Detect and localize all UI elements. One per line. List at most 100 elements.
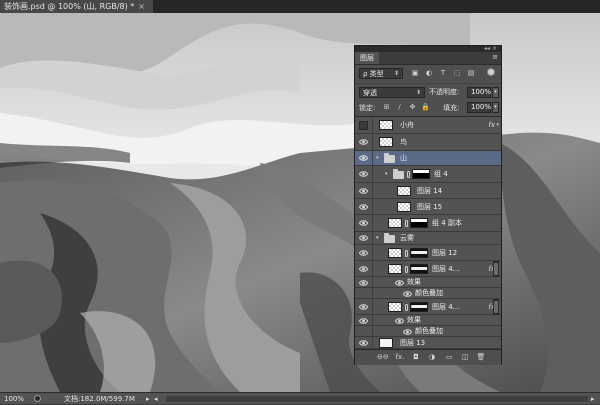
type-filter-icon[interactable]: T — [439, 69, 447, 77]
smart-object-filter-icon[interactable]: ▤ — [467, 69, 475, 77]
filter-toggle-icon[interactable] — [487, 68, 495, 76]
layer-row-layer-13[interactable]: 图层 13 — [355, 337, 501, 349]
layer-row-layer-15[interactable]: 图层 15 — [355, 199, 501, 215]
adjustment-icon[interactable]: ◑ — [427, 352, 437, 362]
layer-row-group-4-copy[interactable]: 组 4 副本 — [355, 215, 501, 232]
scroll-left-icon[interactable]: ◂ — [154, 393, 158, 405]
lock-row: 锁定: ⊞ ∕ ✥ 🔒 填充: 100% ▾ — [355, 101, 501, 114]
horizontal-scrollbar[interactable] — [166, 396, 588, 402]
new-layer-icon[interactable]: ◫ — [460, 352, 470, 362]
layer-thumbnail — [379, 137, 393, 147]
layer-mask-thumbnail[interactable] — [410, 264, 428, 274]
effects-row[interactable]: 效果 — [355, 277, 501, 288]
layer-row-bird[interactable]: 鸟 — [355, 134, 501, 151]
eye-icon[interactable] — [359, 339, 368, 347]
lock-transparent-icon[interactable]: ⊞ — [382, 103, 391, 112]
new-group-icon[interactable]: ▭ — [444, 352, 454, 362]
document-size: 文档:182.0M/599.7M — [64, 395, 135, 403]
eye-icon[interactable] — [359, 317, 368, 325]
eye-icon[interactable] — [359, 249, 368, 257]
layer-thumbnail — [397, 202, 411, 212]
mask-icon[interactable]: ◘ — [411, 352, 421, 362]
blend-row: 穿透 ⬍ 不透明度: 100% ▾ — [355, 83, 501, 101]
layer-row-mist-group[interactable]: ▾ 云雾 — [355, 232, 501, 245]
fx-icon[interactable]: fx. — [395, 352, 405, 362]
lock-image-icon[interactable]: ∕ — [395, 103, 404, 112]
effects-row[interactable]: 效果 — [355, 315, 501, 326]
effect-eye-icon[interactable] — [395, 279, 404, 287]
layer-row-group-4[interactable]: ▾ 组 4 — [355, 166, 501, 183]
layer-list[interactable]: 小舟 fx ▾ 鸟 ▾ 山 ▾ 组 4 图层 14 图层 15 组 4 副本 ▾… — [355, 116, 501, 349]
color-overlay-row[interactable]: 颜色叠加 — [355, 288, 501, 299]
blend-mode-dropdown[interactable]: 穿透 ⬍ — [359, 87, 425, 98]
row-separator — [372, 215, 373, 231]
status-menu-arrow-icon[interactable]: ▸ — [146, 393, 150, 405]
eye-icon[interactable] — [359, 234, 368, 242]
effect-eye-icon[interactable] — [395, 317, 404, 325]
status-info-icon[interactable] — [34, 395, 41, 402]
lock-all-icon[interactable]: 🔒 — [421, 103, 430, 112]
eye-icon[interactable] — [359, 170, 368, 178]
adjustment-filter-icon[interactable]: ◐ — [425, 69, 433, 77]
effects-label: 效果 — [407, 316, 421, 324]
link-icon[interactable]: ⊖⊖ — [377, 352, 389, 362]
fill-input[interactable]: 100% — [467, 102, 491, 113]
zoom-level[interactable]: 100% — [4, 393, 24, 405]
chevron-down-icon[interactable]: ▾ — [376, 154, 379, 162]
eye-icon[interactable] — [359, 138, 368, 146]
row-scrollbar-thumb[interactable] — [494, 301, 498, 313]
chevron-down-icon[interactable]: ▾ — [376, 234, 379, 242]
layer-row-layer-14[interactable]: 图层 14 — [355, 183, 501, 199]
visibility-toggle-off[interactable] — [359, 121, 368, 130]
eye-icon[interactable] — [359, 279, 368, 287]
row-separator — [372, 183, 373, 198]
row-scrollbar-thumb[interactable] — [494, 263, 498, 275]
link-chain-icon — [407, 171, 410, 178]
layer-row-layer-4-b[interactable]: 图层 4... fx ▾ — [355, 299, 501, 315]
document-tab[interactable]: 装饰画.psd @ 100% (山, RGB/8) * × — [0, 0, 153, 13]
layer-row-layer-4-a[interactable]: 图层 4... fx ▾ — [355, 261, 501, 277]
fill-stepper-icon[interactable]: ▾ — [492, 102, 499, 113]
image-filter-icon[interactable]: ▣ — [411, 69, 419, 77]
layer-mask-thumbnail[interactable] — [412, 169, 430, 179]
fx-icon[interactable]: fx — [488, 120, 495, 130]
layer-mask-thumbnail[interactable] — [410, 248, 428, 258]
color-overlay-label: 颜色叠加 — [415, 289, 443, 297]
effects-label: 效果 — [407, 278, 421, 286]
trash-icon[interactable]: 🗑 — [476, 352, 486, 362]
color-overlay-row[interactable]: 颜色叠加 — [355, 326, 501, 337]
eye-icon[interactable] — [359, 265, 368, 273]
color-overlay-label: 颜色叠加 — [415, 327, 443, 335]
effect-eye-icon[interactable] — [403, 290, 412, 298]
eye-icon[interactable] — [359, 154, 368, 162]
panel-menu-icon[interactable]: ≡ — [492, 53, 498, 62]
layer-name: 山 — [400, 154, 407, 162]
document-canvas[interactable] — [0, 13, 600, 392]
filter-kind-dropdown[interactable]: ρ 类型 ⬍ — [359, 68, 403, 79]
opacity-stepper-icon[interactable]: ▾ — [492, 87, 499, 98]
link-chain-icon — [405, 220, 408, 227]
layer-name: 组 4 副本 — [432, 219, 462, 227]
eye-icon[interactable] — [359, 203, 368, 211]
fx-expand-icon[interactable]: ▾ — [496, 120, 499, 130]
layer-row-layer-12[interactable]: 图层 12 — [355, 245, 501, 261]
mask-fill — [411, 305, 427, 308]
panel-window-controls[interactable]: ◂◂ × — [484, 45, 497, 52]
layer-row-mountain-group[interactable]: ▾ 山 — [355, 151, 501, 166]
eye-icon[interactable] — [359, 187, 368, 195]
layer-mask-thumbnail[interactable] — [410, 218, 428, 228]
row-separator — [372, 288, 373, 298]
mask-fill — [411, 251, 427, 254]
lock-position-icon[interactable]: ✥ — [408, 103, 417, 112]
eye-icon[interactable] — [359, 303, 368, 311]
effect-eye-icon[interactable] — [403, 328, 412, 336]
eye-icon[interactable] — [359, 219, 368, 227]
chevron-down-icon[interactable]: ▾ — [385, 170, 388, 178]
scroll-right-icon[interactable]: ▸ — [591, 393, 595, 405]
opacity-input[interactable]: 100% — [467, 87, 491, 98]
layer-mask-thumbnail[interactable] — [410, 302, 428, 312]
tab-layers[interactable]: 图层 — [355, 52, 379, 64]
layer-row-boat[interactable]: 小舟 fx ▾ — [355, 117, 501, 134]
shape-filter-icon[interactable]: ⬚ — [453, 69, 461, 77]
close-icon[interactable]: × — [138, 2, 145, 11]
